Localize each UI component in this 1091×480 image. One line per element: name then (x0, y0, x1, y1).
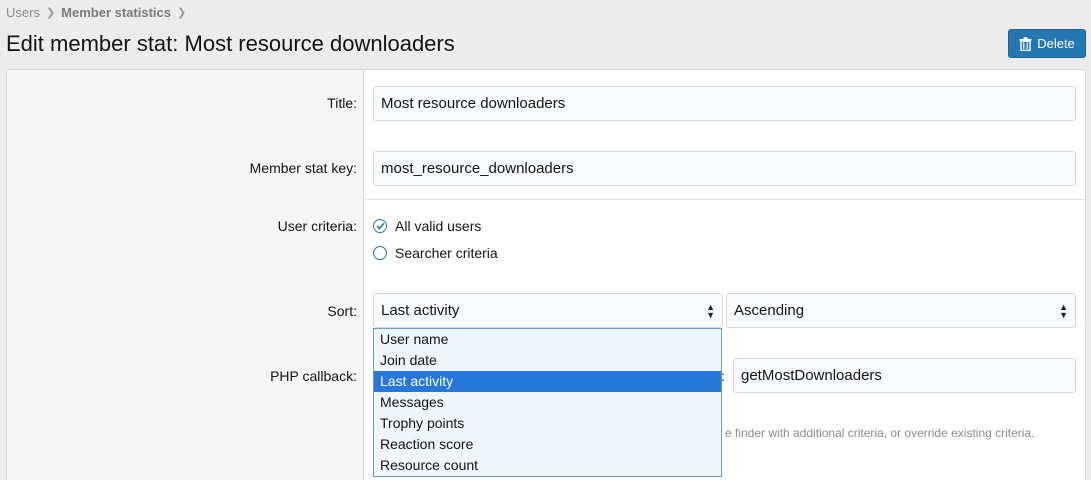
radio-all-valid-users-label: All valid users (395, 218, 482, 234)
chevron-right-icon: ❯ (45, 7, 56, 19)
trash-icon (1019, 36, 1032, 51)
user-criteria-label: User criteria: (277, 218, 357, 234)
php-callback-method-input[interactable]: getMostDownloaders (733, 358, 1076, 393)
sort-select-value: Last activity (381, 302, 460, 319)
sort-direction-select[interactable]: Ascending ▲ ▼ (726, 293, 1076, 328)
php-callback-label: PHP callback: (270, 368, 357, 384)
sort-option-last-activity[interactable]: Last activity (374, 371, 721, 392)
sort-option-messages[interactable]: Messages (374, 392, 721, 413)
radio-unchecked-icon (373, 246, 387, 260)
sort-direction-value: Ascending (734, 302, 805, 319)
sort-label: Sort: (327, 303, 357, 319)
member-stat-key-label: Member stat key: (249, 160, 357, 176)
sort-option-trophy-points[interactable]: Trophy points (374, 413, 721, 434)
breadcrumb-users[interactable]: Users (6, 5, 40, 20)
radio-all-valid-users[interactable]: All valid users (373, 218, 481, 234)
sort-select[interactable]: Last activity ▲ ▼ (373, 293, 723, 328)
title-label: Title: (327, 95, 357, 111)
label-column (7, 70, 364, 480)
radio-searcher-criteria[interactable]: Searcher criteria (373, 245, 498, 261)
page-title: Edit member stat: Most resource download… (6, 31, 455, 56)
sort-option-user-name[interactable]: User name (374, 329, 721, 350)
delete-button[interactable]: Delete (1008, 29, 1086, 58)
sort-option-join-date[interactable]: Join date (374, 350, 721, 371)
radio-searcher-criteria-label: Searcher criteria (395, 245, 498, 261)
sort-option-reaction-score[interactable]: Reaction score (374, 434, 721, 455)
delete-button-label: Delete (1037, 36, 1075, 51)
member-stat-key-input[interactable]: most_resource_downloaders (373, 151, 1076, 186)
chevron-right-icon: ❯ (177, 7, 187, 19)
title-input[interactable]: Most resource downloaders (373, 86, 1076, 121)
sort-dropdown-list: User name Join date Last activity Messag… (373, 328, 722, 477)
select-arrows-icon: ▲ ▼ (1059, 301, 1068, 320)
php-callback-hint: e finder with additional criteria, or ov… (725, 426, 1035, 440)
breadcrumb: Users ❯ Member statistics ❯ (6, 5, 192, 20)
select-arrows-icon: ▲ ▼ (706, 301, 715, 320)
breadcrumb-member-statistics[interactable]: Member statistics (61, 5, 171, 20)
sort-option-resource-count[interactable]: Resource count (374, 455, 721, 476)
divider (364, 199, 1085, 200)
radio-checked-icon (373, 219, 387, 233)
